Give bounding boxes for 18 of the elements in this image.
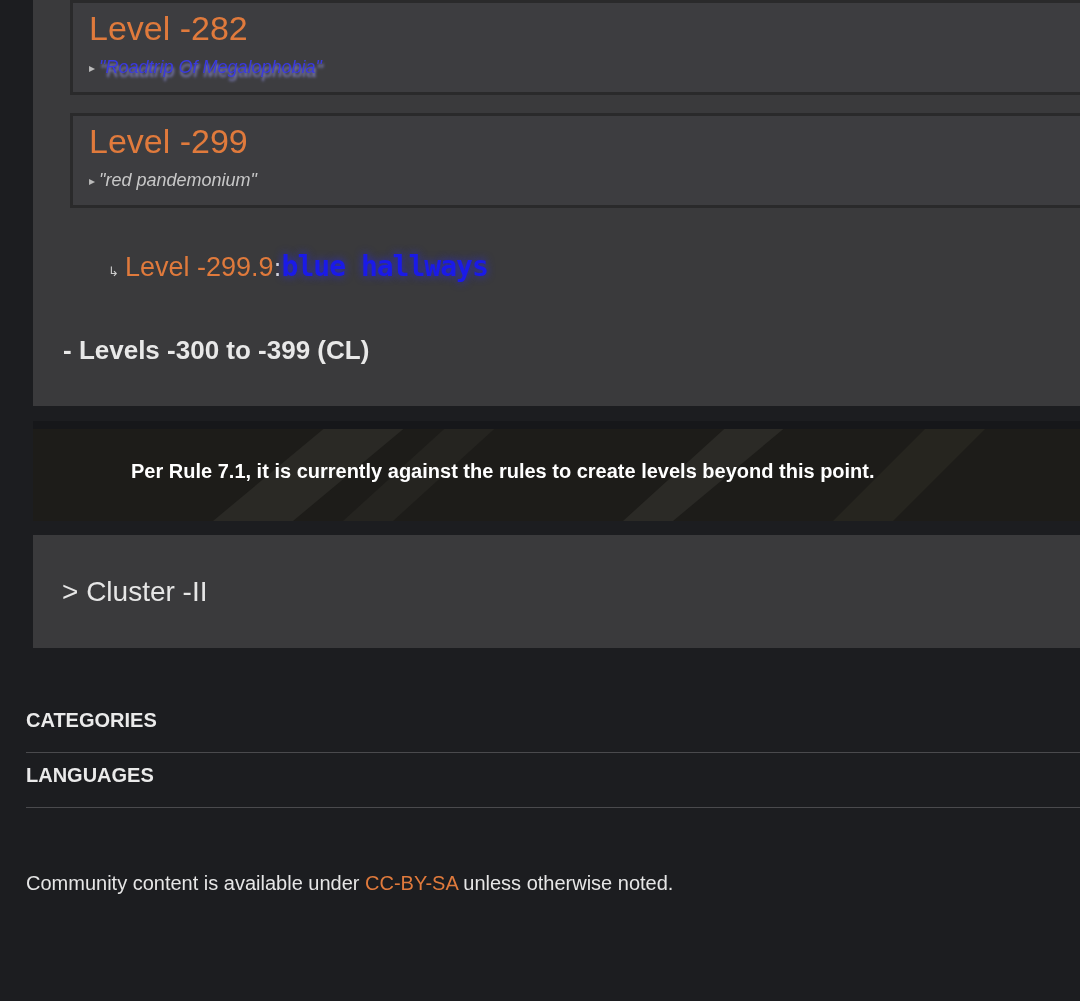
sublevel-link[interactable]: Level -299.9: [124, 252, 274, 283]
triangle-marker: ▸: [89, 60, 96, 75]
sub-arrow: ↳: [108, 264, 119, 279]
cluster-panel[interactable]: > Cluster -II: [33, 535, 1080, 648]
notice-text: Per Rule 7.1, it is currently against the rules to create levels beyond this point.: [131, 459, 875, 483]
level-title: Level -299: [89, 121, 249, 162]
footer-section[interactable]: CATEGORIES: [26, 688, 1080, 753]
level-quote: "Roadtrip Of Megalophobia": [99, 57, 322, 78]
triangle-marker: ▸: [89, 173, 96, 188]
license-text: Community content is available under CC-BY-SA unless otherwise noted.: [26, 872, 674, 894]
cluster-label: > Cluster -II: [62, 575, 208, 608]
license-link[interactable]: CC-BY-SA: [365, 872, 458, 894]
footer-section[interactable]: LANGUAGES: [26, 743, 1080, 808]
sublevel-name: blue hallways: [281, 250, 488, 283]
range-heading: - Levels -300 to -399 (CL): [63, 335, 371, 366]
level-title: Level -282: [89, 8, 249, 49]
separator: :: [273, 254, 282, 282]
level-quote: "red pandemonium": [99, 170, 257, 191]
